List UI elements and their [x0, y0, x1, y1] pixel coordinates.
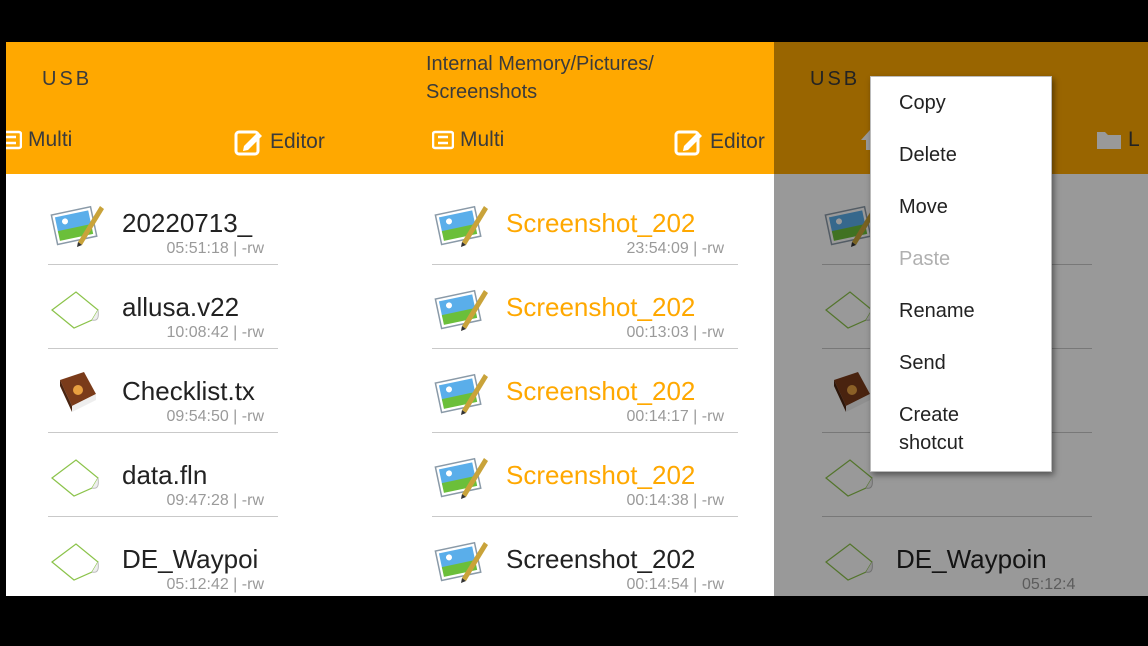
file-meta: 05:51:18 | -rw [166, 240, 264, 257]
file-meta: 00:14:17 | -rw [626, 408, 724, 425]
file-meta: 05:12:42 | -rw [166, 576, 264, 593]
file-name: 20220713_ [122, 208, 253, 238]
blank-file-icon [48, 452, 106, 502]
multi-button[interactable]: Multi [6, 128, 72, 152]
editor-label: Editor [270, 130, 325, 153]
image-icon [432, 536, 490, 586]
editor-label: Editor [710, 130, 765, 153]
file-name: Screenshot_202 [506, 460, 696, 490]
file-name: allusa.v22 [122, 292, 240, 322]
multi-button[interactable]: Multi [431, 128, 505, 152]
panel-screenshots: Internal Memory/Pictures/ Screenshots Mu… [390, 42, 774, 596]
row-divider [432, 432, 738, 433]
toolbar: Multi Editor [390, 128, 774, 164]
file-row[interactable]: 20220713_ 05:51:18 | -rw [48, 182, 278, 268]
list-icon [6, 129, 23, 151]
row-divider [48, 432, 278, 433]
file-name: Screenshot_202 [506, 208, 696, 238]
file-meta: 10:08:42 | -rw [166, 324, 264, 341]
row-divider [432, 264, 738, 265]
blank-file-icon [48, 284, 106, 334]
file-meta: 00:13:03 | -rw [626, 324, 724, 341]
image-icon [432, 368, 490, 418]
menu-item-paste: Paste [899, 248, 951, 270]
file-meta: 00:14:54 | -rw [626, 576, 724, 593]
row-divider [432, 516, 738, 517]
list-icon [431, 129, 455, 151]
file-name: data.fln [122, 460, 208, 490]
row-divider [48, 348, 278, 349]
file-row[interactable]: Screenshot_202 23:54:09 | -rw [432, 182, 738, 268]
menu-item-copy[interactable]: Copy [871, 89, 1051, 141]
file-row[interactable]: Screenshot_202 00:14:54 | -rw [432, 518, 738, 596]
panel-header: USB Multi Editor [6, 42, 390, 174]
file-row[interactable]: Screenshot_202 00:13:03 | -rw [432, 266, 738, 352]
menu-item-send[interactable]: Send [871, 349, 1051, 401]
image-icon [432, 284, 490, 334]
multi-label: Multi [28, 128, 73, 151]
file-row[interactable]: Screenshot_202 00:14:17 | -rw [432, 350, 738, 436]
path-label: Internal Memory/Pictures/ Screenshots [426, 53, 654, 103]
file-name: Screenshot_202 [506, 376, 696, 406]
file-meta: 09:47:28 | -rw [166, 492, 264, 509]
context-menu: Copy Delete Move Paste Rename Send Create shot… [870, 76, 1052, 472]
file-name: Checklist.tx [122, 376, 255, 406]
panel-header: Internal Memory/Pictures/ Screenshots Mu… [390, 42, 774, 174]
multi-label: Multi [460, 128, 505, 151]
menu-item-move[interactable]: Move [871, 193, 1051, 245]
file-row[interactable]: allusa.v22 10:08:42 | -rw [48, 266, 278, 352]
file-meta: 23:54:09 | -rw [626, 240, 724, 257]
blank-file-icon [48, 536, 106, 586]
book-icon [48, 368, 106, 418]
file-meta: 09:54:50 | -rw [166, 408, 264, 425]
image-icon [432, 452, 490, 502]
menu-item-rename[interactable]: Rename [871, 297, 1051, 349]
menu-item-create[interactable]: Create shotcut [871, 401, 1051, 471]
editor-button[interactable]: Editor [234, 128, 325, 156]
panel-usb-left: USB Multi Editor 20220713_ 05:51:18 | -rw… [6, 42, 390, 596]
edit-icon [674, 128, 704, 156]
path-label: USB [42, 68, 93, 90]
menu-item-delete[interactable]: Delete [871, 141, 1051, 193]
file-row[interactable]: DE_Waypoi 05:12:42 | -rw [48, 518, 278, 596]
file-row[interactable]: Checklist.tx 09:54:50 | -rw [48, 350, 278, 436]
file-name: Screenshot_202 [506, 292, 696, 322]
file-meta: 00:14:38 | -rw [626, 492, 724, 509]
row-divider [48, 516, 278, 517]
row-divider [48, 264, 278, 265]
row-divider [432, 348, 738, 349]
editor-button[interactable]: Editor [674, 128, 765, 156]
image-icon [432, 200, 490, 250]
file-row[interactable]: Screenshot_202 00:14:38 | -rw [432, 434, 738, 520]
file-name: DE_Waypoi [122, 544, 259, 574]
file-row[interactable]: data.fln 09:47:28 | -rw [48, 434, 278, 520]
edit-icon [234, 128, 264, 156]
toolbar: Multi Editor [6, 128, 390, 164]
file-name: Screenshot_202 [506, 544, 696, 574]
image-icon [48, 200, 106, 250]
